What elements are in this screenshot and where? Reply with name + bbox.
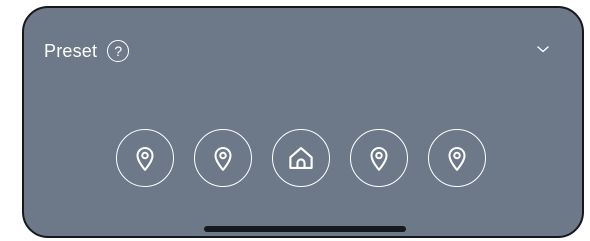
home-icon <box>289 147 313 169</box>
help-icon[interactable]: ? <box>107 40 130 62</box>
preset-home-button[interactable] <box>272 129 330 187</box>
preset-location-button-5[interactable] <box>428 129 486 187</box>
preset-panel: Preset ? <box>22 6 584 238</box>
home-indicator-bar[interactable] <box>204 226 406 232</box>
preset-location-button-1[interactable] <box>116 129 174 187</box>
preset-title: Preset <box>44 41 98 61</box>
chevron-down-icon[interactable] <box>536 44 550 54</box>
location-pin-icon <box>370 147 388 171</box>
location-pin-icon <box>448 147 466 171</box>
location-pin-icon <box>136 147 154 171</box>
preset-header: Preset ? <box>44 38 130 64</box>
preset-location-button-2[interactable] <box>194 129 252 187</box>
location-pin-icon <box>214 147 232 171</box>
preset-location-button-4[interactable] <box>350 129 408 187</box>
preset-buttons <box>116 129 486 187</box>
